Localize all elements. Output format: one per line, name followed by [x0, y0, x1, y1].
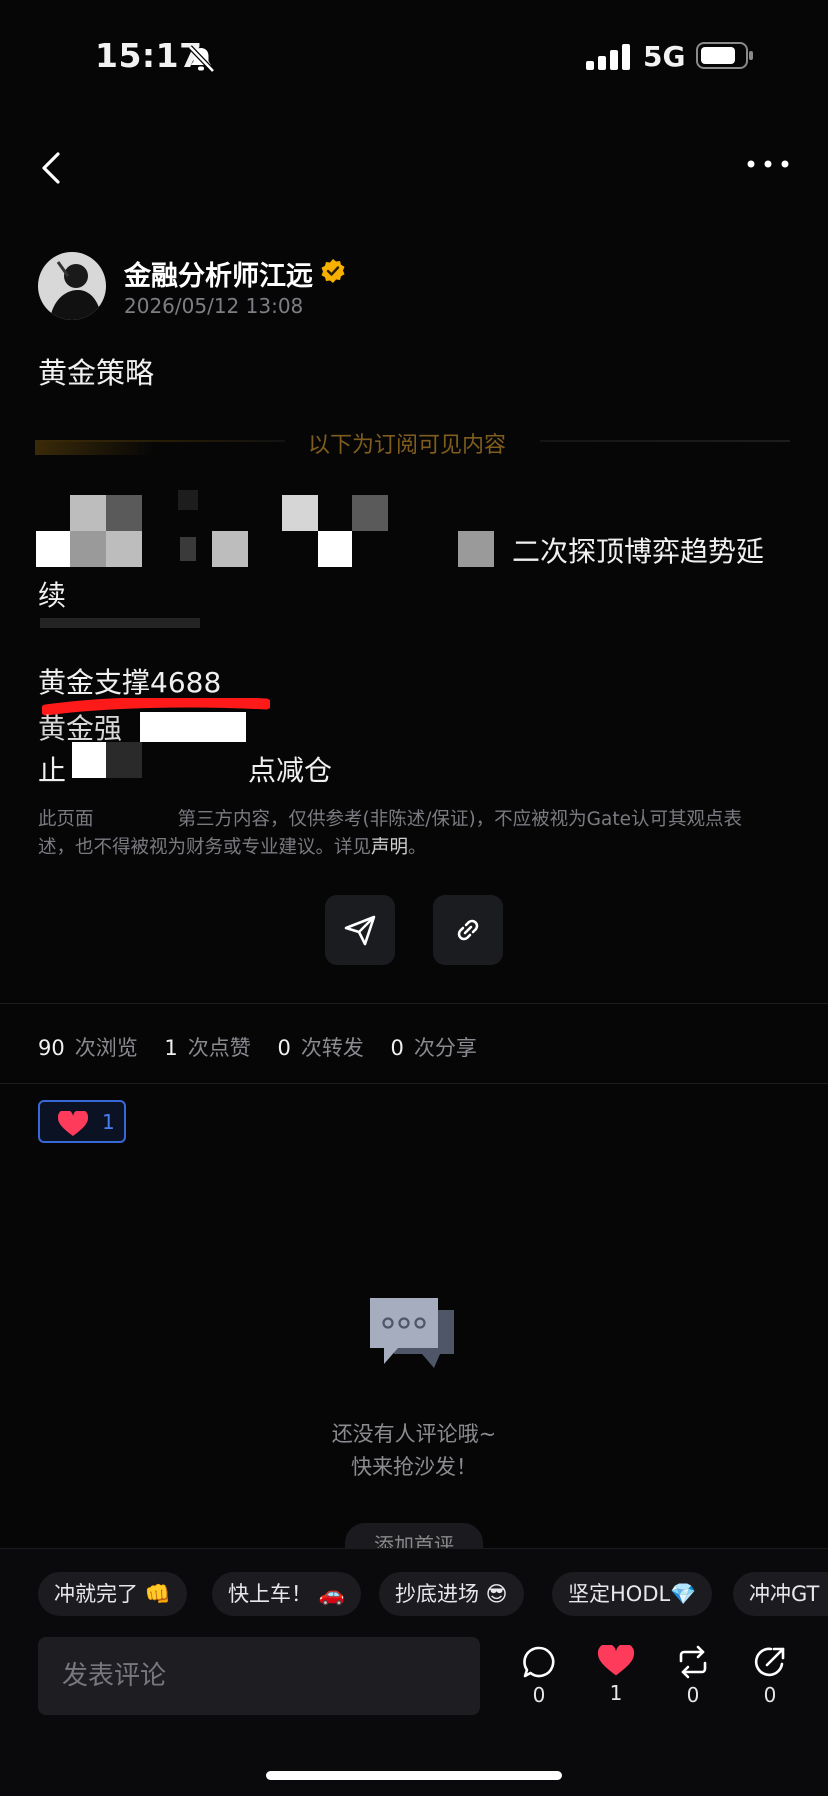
share-count: 0 — [763, 1683, 777, 1707]
disclaimer-link[interactable]: 声明 — [371, 837, 408, 858]
avatar[interactable] — [38, 252, 106, 320]
verified-badge-icon — [321, 259, 345, 283]
signal-icon — [586, 44, 630, 70]
divider-glow — [35, 441, 155, 455]
comment-icon — [523, 1646, 555, 1678]
empty-state-line2: 快来抢沙发！ — [351, 1455, 477, 1479]
quick-reply-chip[interactable]: 坚定HODL💎 — [552, 1572, 713, 1616]
comment-action[interactable]: 0 — [519, 1645, 559, 1707]
quick-reply-chip[interactable]: 冲就完了 👊 — [38, 1572, 187, 1616]
divider-line-right — [540, 440, 790, 442]
subscription-divider-label: 以下为订阅可见内容 — [308, 433, 507, 458]
reaction-count: 1 — [102, 1110, 115, 1134]
comment-count: 0 — [532, 1683, 546, 1707]
like-action[interactable]: 1 — [596, 1645, 636, 1705]
more-icon[interactable] — [746, 158, 790, 170]
redacted-patch-3 — [106, 742, 142, 778]
send-icon — [344, 915, 376, 946]
repost-count: 0 — [686, 1683, 700, 1707]
post-date: 2026/05/12 13:08 — [124, 294, 304, 318]
empty-state-line1: 还没有人评论哦~ — [331, 1422, 497, 1446]
content-line-strong: 黄金强 — [38, 712, 123, 745]
post-title: 黄金策略 — [38, 356, 155, 390]
author-name[interactable]: 金融分析师江远 — [124, 254, 313, 293]
comment-input[interactable]: 发表评论 — [38, 1637, 480, 1715]
quick-reply-chip[interactable]: 快上车！ 🚗 — [212, 1572, 361, 1616]
bell-muted-icon — [188, 45, 215, 73]
repost-action[interactable]: 0 — [673, 1645, 713, 1707]
comment-empty-icon — [370, 1298, 454, 1368]
post-stats: 90 次浏览 1 次点赞 0 次转发 0 次分享 — [38, 1036, 477, 1060]
repost-icon — [679, 1645, 707, 1679]
battery-icon — [696, 42, 753, 69]
content-line-2: 二次探顶博弈趋势延 — [512, 535, 765, 568]
reaction-chip[interactable]: 1 — [38, 1100, 126, 1143]
redacted-patch-1 — [140, 712, 246, 742]
quick-reply-chip[interactable]: 冲冲GT — [733, 1572, 828, 1616]
network-type: 5G — [643, 40, 686, 73]
back-icon[interactable] — [38, 150, 64, 186]
content-line-2-cont: 续 — [38, 579, 67, 612]
divider — [0, 1083, 828, 1084]
home-indicator[interactable] — [266, 1771, 562, 1780]
divider-line-left — [35, 440, 285, 442]
share-action[interactable]: 0 — [750, 1645, 790, 1707]
like-count: 1 — [609, 1681, 623, 1705]
link-icon — [457, 919, 479, 941]
heart-icon — [58, 1111, 88, 1136]
share-icon — [754, 1647, 785, 1677]
quick-reply-chip[interactable]: 抄底进场 😎 — [379, 1572, 524, 1616]
disclaimer: 此页面 第三方内容，仅供参考(非陈述/保证)，不应被视为Gate认可其观点表述，也… — [38, 809, 742, 858]
copy-link-button[interactable] — [433, 895, 503, 965]
heart-filled-icon — [598, 1645, 634, 1676]
content-line-stop-a: 止 — [38, 754, 67, 787]
send-button[interactable] — [325, 895, 395, 965]
content-line-support: 黄金支撑4688 — [38, 666, 222, 699]
divider — [0, 1003, 828, 1004]
content-line-stop-b: 点减仓 — [248, 754, 333, 787]
redacted-patch-2 — [72, 742, 106, 778]
